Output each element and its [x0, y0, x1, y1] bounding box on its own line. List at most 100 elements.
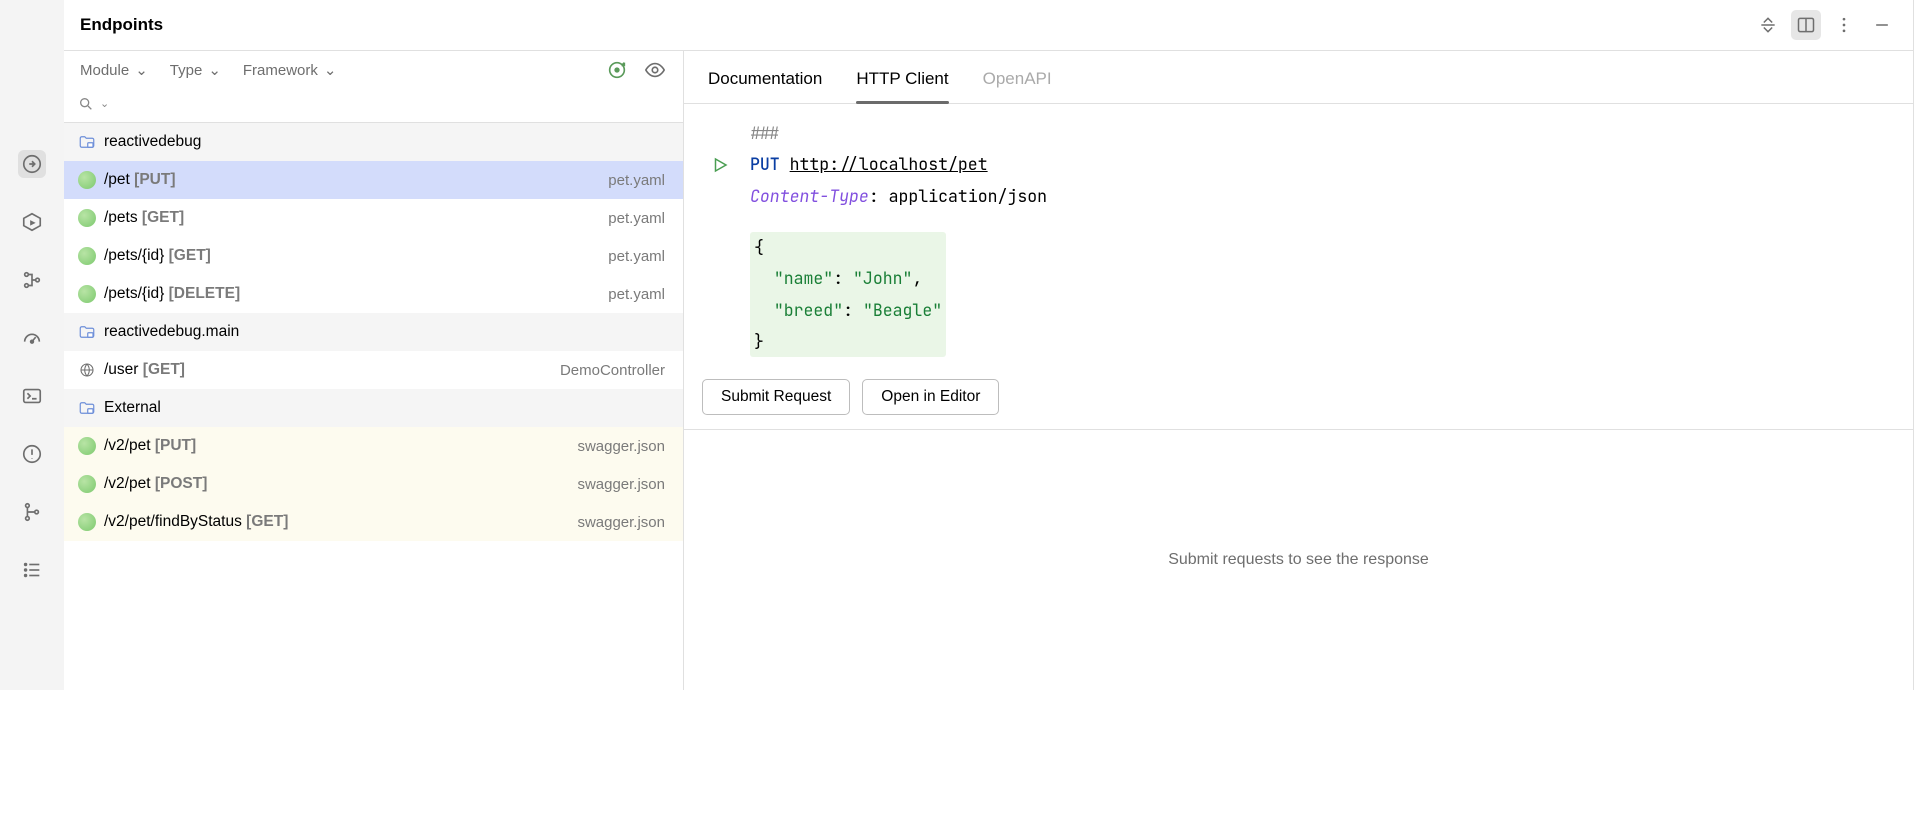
module-filter-label: Module	[80, 62, 129, 79]
endpoint-source: swagger.json	[577, 438, 665, 455]
endpoint-path: /v2/pet	[104, 475, 151, 492]
framework-filter[interactable]: Framework ⌄	[243, 61, 337, 79]
endpoint-method: [GET]	[169, 247, 211, 264]
endpoint-row[interactable]: /pets/{id} [GET] pet.yaml	[64, 237, 683, 275]
endpoint-source: pet.yaml	[608, 248, 665, 265]
endpoint-method: [DELETE]	[169, 285, 240, 302]
endpoint-row[interactable]: /pets/{id} [DELETE] pet.yaml	[64, 275, 683, 313]
endpoint-row[interactable]: /user [GET] DemoController	[64, 351, 683, 389]
open-in-editor-button[interactable]: Open in Editor	[862, 379, 999, 415]
eye-icon[interactable]	[643, 58, 667, 82]
endpoint-icon	[78, 171, 96, 189]
tab-documentation[interactable]: Documentation	[708, 63, 822, 103]
endpoint-path: /pets/{id}	[104, 247, 164, 264]
group-label: External	[104, 399, 161, 417]
endpoint-icon	[78, 437, 96, 455]
module-filter[interactable]: Module ⌄	[80, 61, 148, 79]
profiler-icon[interactable]	[18, 324, 46, 352]
chevron-down-icon: ⌄	[135, 61, 148, 79]
endpoint-row[interactable]: /v2/pet [PUT] swagger.json	[64, 427, 683, 465]
chevron-down-icon: ⌄	[208, 61, 221, 79]
endpoint-source: pet.yaml	[608, 172, 665, 189]
endpoint-icon	[78, 475, 96, 493]
group-label: reactivedebug.main	[104, 323, 239, 341]
endpoint-row[interactable]: /v2/pet/findByStatus [GET] swagger.json	[64, 503, 683, 541]
search-row: ⌄	[64, 89, 683, 123]
refresh-target-icon[interactable]	[605, 58, 629, 82]
endpoint-source: pet.yaml	[608, 210, 665, 227]
endpoint-method: [GET]	[143, 361, 185, 378]
endpoint-method: [GET]	[142, 209, 184, 226]
chevron-down-icon: ⌄	[324, 61, 337, 79]
more-icon[interactable]	[1829, 10, 1859, 40]
git-icon[interactable]	[18, 498, 46, 526]
endpoint-icon	[78, 247, 96, 265]
run-gutter-icon[interactable]	[706, 156, 734, 174]
framework-filter-label: Framework	[243, 62, 318, 79]
search-icon	[78, 96, 94, 112]
endpoint-source: swagger.json	[577, 476, 665, 493]
folder-icon	[78, 323, 96, 341]
type-filter-label: Type	[170, 62, 203, 79]
json-comma: ,	[912, 267, 922, 289]
search-input[interactable]	[115, 95, 669, 112]
search-chevron-icon[interactable]: ⌄	[100, 97, 109, 110]
response-empty-text: Submit requests to see the response	[684, 430, 1913, 690]
json-close: }	[754, 330, 764, 352]
panel-header: Endpoints	[64, 0, 1913, 51]
json-open: {	[754, 236, 764, 258]
todo-icon[interactable]	[18, 556, 46, 584]
tab-openapi: OpenAPI	[983, 63, 1052, 103]
header-value: application/json	[889, 185, 1047, 207]
structure-icon[interactable]	[18, 266, 46, 294]
http-url[interactable]: http://localhost/pet	[790, 153, 988, 175]
endpoint-row[interactable]: /v2/pet [POST] swagger.json	[64, 465, 683, 503]
json-val-breed: "Beagle"	[863, 299, 942, 321]
endpoint-row[interactable]: /pet [PUT] pet.yaml	[64, 161, 683, 199]
minimize-icon[interactable]	[1867, 10, 1897, 40]
problems-icon[interactable]	[18, 440, 46, 468]
endpoint-method: [PUT]	[134, 171, 175, 188]
endpoint-path: /pet	[104, 171, 130, 188]
header-name: Content-Type	[750, 185, 869, 207]
endpoint-method: [PUT]	[155, 437, 196, 454]
json-val-name: "John"	[853, 267, 912, 289]
endpoint-icon	[78, 285, 96, 303]
tree-group: External	[64, 389, 683, 427]
terminal-icon[interactable]	[18, 382, 46, 410]
request-body: { "name": "John", "breed": "Beagle" }	[750, 232, 946, 357]
type-filter[interactable]: Type ⌄	[170, 61, 221, 79]
endpoint-source: swagger.json	[577, 514, 665, 531]
endpoint-source: pet.yaml	[608, 286, 665, 303]
json-key-name: "name"	[774, 267, 833, 289]
split-view-icon[interactable]	[1791, 10, 1821, 40]
request-separator: ###	[750, 118, 780, 149]
json-key-breed: "breed"	[774, 299, 843, 321]
endpoint-icon	[78, 209, 96, 227]
endpoint-path: /pets	[104, 209, 138, 226]
endpoint-method: [GET]	[246, 513, 288, 530]
endpoint-path: /pets/{id}	[104, 285, 164, 302]
panel-title: Endpoints	[80, 15, 163, 35]
endpoint-path: /v2/pet	[104, 437, 151, 454]
services-icon[interactable]	[18, 208, 46, 236]
tab-http-client[interactable]: HTTP Client	[856, 63, 948, 103]
endpoint-path: /user	[104, 361, 138, 378]
tree-group: reactivedebug.main	[64, 313, 683, 351]
globe-icon	[78, 361, 96, 379]
endpoint-source: DemoController	[560, 362, 665, 379]
expand-icon[interactable]	[1753, 10, 1783, 40]
folder-icon	[78, 399, 96, 417]
folder-icon	[78, 133, 96, 151]
endpoints-tree: reactivedebug/pet [PUT] pet.yaml/pets [GE…	[64, 123, 683, 690]
filters-bar: Module ⌄ Type ⌄ Framework ⌄	[64, 51, 683, 89]
endpoint-path: /v2/pet/findByStatus	[104, 513, 242, 530]
http-editor[interactable]: ### PUT http://localhost/pet	[684, 104, 1913, 365]
endpoint-icon	[78, 513, 96, 531]
tree-group: reactivedebug	[64, 123, 683, 161]
group-label: reactivedebug	[104, 133, 201, 151]
endpoint-method: [POST]	[155, 475, 208, 492]
endpoints-tool-icon[interactable]	[18, 150, 46, 178]
submit-request-button[interactable]: Submit Request	[702, 379, 850, 415]
endpoint-row[interactable]: /pets [GET] pet.yaml	[64, 199, 683, 237]
